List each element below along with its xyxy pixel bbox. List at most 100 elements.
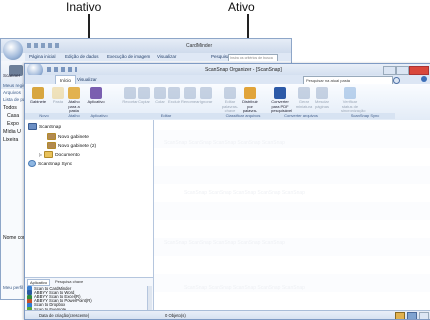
back-item-all[interactable]: Todos	[3, 105, 17, 111]
front-window-title: ScanSnap Organizer - [ScanSnap]	[205, 67, 282, 73]
tab-keyword-search[interactable]: Pesquisa chave	[55, 279, 83, 284]
cabinet-icon	[47, 142, 56, 149]
expand-icon[interactable]: ▷	[39, 152, 42, 157]
back-item-files[interactable]: Arquivos	[3, 90, 21, 95]
watermark-text: ScanSnap ScanSnap ScanSnap ScanSnap Scan…	[184, 285, 305, 291]
ribbon-button[interactable]: Atalho para a pasta	[65, 87, 83, 114]
ribbon-button[interactable]: Gabinete	[29, 87, 47, 105]
back-tab-home[interactable]: Página inicial	[29, 53, 56, 61]
back-quick-access-icons[interactable]	[27, 43, 59, 48]
ribbon-button-icon	[224, 87, 236, 99]
tree-item-label: Novo gabinete (2)	[58, 143, 97, 149]
ribbon-button[interactable]: Gerar miniatura	[295, 87, 313, 109]
ribbon-button-icon	[316, 87, 328, 99]
back-app-orb-icon[interactable]	[3, 40, 23, 60]
ribbon-button-icon	[168, 87, 180, 99]
back-window-title: CardMinder	[186, 43, 213, 49]
maximize-button[interactable]	[396, 66, 409, 75]
ribbon-button-icon	[138, 87, 150, 99]
ribbon-button[interactable]: Converter para PDF pesquisável	[271, 87, 293, 114]
ribbon-button[interactable]: Verificar status de sincronização	[341, 87, 365, 114]
scansnap-folder-icon	[28, 123, 37, 130]
ribbon-group-label: Classificar arquivos	[219, 113, 267, 119]
ribbon-button-label: Editar palavras-chave	[221, 99, 239, 113]
search-icon[interactable]	[393, 77, 400, 84]
help-icon[interactable]	[421, 76, 427, 82]
watermark-text: ScanSnap ScanSnap ScanSnap ScanSnap Scan…	[164, 240, 285, 246]
back-tab-image[interactable]: Execução de imagem	[107, 53, 150, 61]
object-count: 0 Objeto(s)	[165, 313, 186, 318]
ribbon-button[interactable]: Editar palavras-chave	[221, 87, 239, 114]
tree-item-document[interactable]: ▷ Documento	[39, 151, 80, 159]
back-item-media[interactable]: Mídia U	[3, 129, 21, 135]
tree-item-label: Documento	[55, 153, 80, 158]
back-item-expo[interactable]: Expo	[7, 121, 19, 127]
sort-status: Data de criação(crescente)	[39, 313, 90, 318]
tree-item-label: ScanSnap	[39, 124, 62, 130]
active-callout-label: Ativo	[228, 0, 255, 14]
back-item-scanner[interactable]: Scanner	[3, 73, 20, 78]
ribbon-button-icon	[274, 87, 286, 99]
view-mode-icon[interactable]	[395, 312, 405, 319]
tree-item-new-cabinet-2[interactable]: Novo gabinete (2)	[47, 142, 96, 150]
back-tab-edit-data[interactable]: Edição de dados	[65, 53, 99, 61]
folder-tree-pane: ScanSnap Novo gabinete Novo gabinete (2)…	[25, 120, 154, 277]
ribbon-button-icon	[184, 87, 196, 99]
scansnap-organizer-window[interactable]: ScanSnap Organizer - [ScanSnap] Início V…	[24, 63, 430, 320]
tree-item-label: Novo gabinete	[58, 134, 89, 140]
watermark-text: ScanSnap ScanSnap ScanSnap ScanSnap Scan…	[184, 190, 305, 196]
back-tab-view[interactable]: Visualizar	[157, 53, 176, 61]
ribbon-button-label: Mesclar páginas	[314, 99, 329, 109]
tree-item-scansnap[interactable]: ScanSnap	[28, 123, 61, 131]
minimize-button[interactable]	[383, 66, 396, 75]
ribbon-button-icon	[200, 87, 212, 99]
tree-item-scansnap-sync[interactable]: ScanSnap Sync	[28, 160, 72, 168]
ribbon-button-label: Aplicativo	[87, 99, 105, 104]
inactive-callout-line	[88, 14, 90, 40]
ribbon-button[interactable]: Aplicativo	[87, 87, 105, 105]
tree-item-new-cabinet[interactable]: Novo gabinete	[47, 133, 89, 141]
ribbon-button-icon	[32, 87, 44, 99]
back-item-trash[interactable]: Lixeira	[3, 137, 18, 143]
back-item-my-profile[interactable]: Meu perfil	[3, 285, 23, 290]
front-ribbon: Gabinete Pasta Atalho para a pasta Aplicati…	[25, 84, 430, 121]
ribbon-group-label: ScanSnap Sync	[335, 113, 395, 119]
ribbon-button-label: Atalho para a pasta	[68, 99, 80, 113]
ribbon-group-label: Novo	[25, 113, 63, 119]
front-search-placeholder: Pesquisar na atual pasta	[306, 78, 351, 83]
back-title-bar[interactable]: CardMinder	[1, 39, 291, 53]
ribbon-button-label: Colar	[155, 99, 165, 104]
ribbon-button-icon	[244, 87, 256, 99]
ribbon-button-icon	[344, 87, 356, 99]
back-search-placeholder: Insira os critérios de busca	[230, 56, 273, 60]
front-quick-access-icons[interactable]	[47, 67, 77, 72]
zoom-icon[interactable]	[407, 312, 417, 319]
ribbon-button[interactable]: Mesclar páginas	[313, 87, 331, 109]
cabinet-icon	[47, 133, 56, 140]
ribbon-button-label: Verificar status de sincronização	[341, 99, 366, 113]
front-title-bar[interactable]: ScanSnap Organizer - [ScanSnap]	[25, 64, 430, 75]
folder-icon	[44, 151, 54, 159]
back-item-home[interactable]: Casa	[7, 113, 19, 119]
ribbon-group-label: Editar	[113, 113, 219, 119]
ribbon-button-label: Copiar	[138, 99, 150, 104]
tab-view[interactable]: Visualizar	[77, 75, 97, 84]
ribbon-button-label: Gabinete	[29, 99, 47, 104]
inactive-callout-label: Inativo	[66, 0, 102, 14]
tree-item-label: ScanSnap Sync	[38, 161, 73, 167]
status-bar: Data de criação(crescente) 0 Objeto(s)	[25, 310, 430, 319]
ribbon-group-label: Converter arquivos	[267, 113, 335, 119]
ribbon-group-label: Aplicativo	[85, 113, 113, 119]
ribbon-button-icon	[90, 87, 102, 99]
ribbon-button-icon	[52, 87, 64, 99]
close-button[interactable]	[409, 66, 429, 75]
ribbon-button-icon	[298, 87, 310, 99]
file-view-pane[interactable]: ScanSnap ScanSnap ScanSnap ScanSnap Scan…	[154, 120, 430, 310]
ribbon-button-label: Gerar miniatura	[295, 99, 313, 109]
ribbon-button-label: Converter para PDF pesquisável	[271, 99, 293, 113]
ribbon-button[interactable]: Ignorar	[197, 87, 215, 105]
zoom-slider[interactable]	[419, 312, 429, 319]
tab-application[interactable]: Aplicativo	[27, 279, 51, 286]
ribbon-group-label: Atalho	[63, 113, 85, 119]
ribbon-button-icon	[68, 87, 80, 99]
